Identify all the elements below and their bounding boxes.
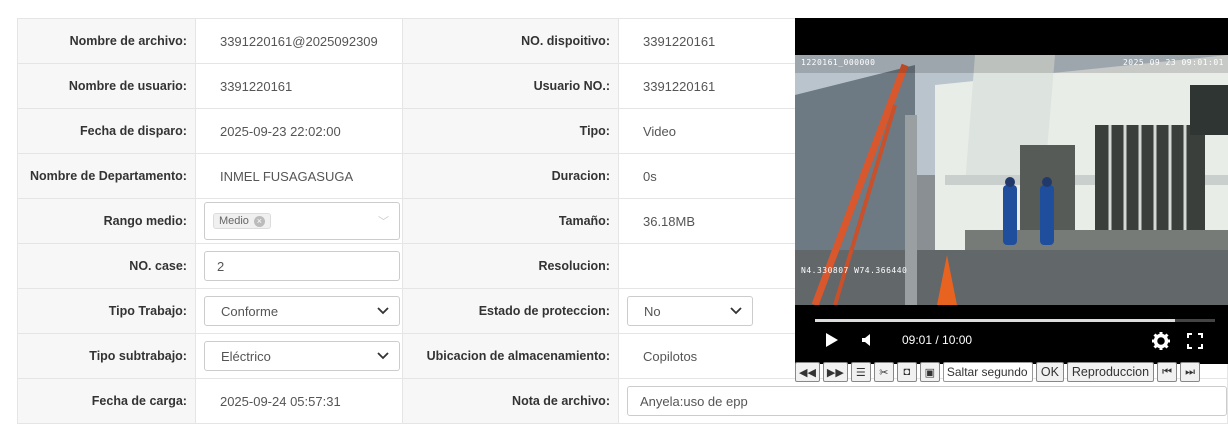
osd-gps: N4.330807 W74.366440 bbox=[801, 266, 908, 275]
frame-forward-icon: ▣ bbox=[924, 366, 936, 379]
rango-medio-multiselect[interactable]: Medio × ﹀ bbox=[203, 202, 400, 240]
nota-archivo-input[interactable]: Anyela:uso de epp bbox=[626, 386, 1227, 416]
time-display: 09:01 / 10:00 bbox=[902, 333, 973, 347]
chevron-down-icon bbox=[377, 304, 389, 318]
value-rango-medio: Medio × ﹀ bbox=[194, 198, 403, 244]
ubicacion-text: Copilotos bbox=[642, 348, 698, 364]
resolucion-text bbox=[627, 259, 643, 274]
fast-forward-icon: ▶▶ bbox=[826, 366, 844, 379]
value-tipo-subtrabajo: Eléctrico bbox=[194, 333, 403, 379]
play-icon[interactable] bbox=[825, 332, 839, 353]
frame-back-icon: ◘ bbox=[903, 366, 911, 378]
reproduccion-button[interactable]: Reproduccion bbox=[1066, 362, 1155, 382]
label-fecha-carga: Fecha de carga: bbox=[17, 378, 196, 424]
value-fecha-carga: 2025-09-24 05:57:31 bbox=[194, 378, 403, 424]
label-resolucion: Resolucion: bbox=[401, 243, 619, 289]
list-icon: ☰ bbox=[855, 366, 866, 379]
tipo-subtrabajo-selected: Eléctrico bbox=[220, 348, 271, 364]
chevron-down-icon: ﹀ bbox=[377, 216, 389, 228]
playback-toolbar: ◀◀ ▶▶ ☰ ✂ ◘ ▣ Saltar segundo OK Reproduc… bbox=[795, 361, 1201, 383]
osd-timestamp: 2025 09 23 09:01:01 bbox=[1122, 58, 1224, 67]
label-duracion: Duracion: bbox=[401, 153, 619, 199]
label-estado-proteccion: Estado de proteccion: bbox=[401, 288, 619, 334]
seek-seconds-input[interactable]: Saltar segundo bbox=[942, 362, 1033, 382]
skip-start-button[interactable]: ⏮ bbox=[1157, 362, 1178, 382]
label-tipo-subtrabajo: Tipo subtrabajo: bbox=[17, 333, 196, 379]
osd-camera-id: 1220161_000000 bbox=[801, 58, 876, 67]
gear-icon[interactable] bbox=[1152, 332, 1170, 355]
tamano-text: 36.18MB bbox=[642, 213, 696, 229]
scissors-icon: ✂ bbox=[879, 366, 889, 379]
estado-proteccion-select[interactable]: No bbox=[626, 296, 753, 326]
fecha-carga-text: 2025-09-24 05:57:31 bbox=[219, 393, 341, 409]
volume-icon[interactable] bbox=[861, 333, 875, 352]
frame-forward-button[interactable]: ▣ bbox=[919, 362, 940, 382]
skip-start-icon: ⏮ bbox=[1162, 365, 1172, 378]
label-no-case: NO. case: bbox=[17, 243, 196, 289]
video-frame[interactable]: 1220161_000000 2025 09 23 09:01:01 N4.33… bbox=[795, 55, 1228, 305]
label-ubicacion: Ubicacion de almacenamiento: bbox=[401, 333, 619, 379]
table-row: Fecha de carga: 2025-09-24 05:57:31 Nota… bbox=[17, 378, 1228, 424]
chevron-down-icon bbox=[730, 304, 742, 318]
estado-proteccion-selected: No bbox=[643, 303, 661, 319]
progress-bar[interactable] bbox=[815, 319, 1215, 322]
skip-end-icon: ⏭ bbox=[1185, 365, 1195, 378]
label-tipo-trabajo: Tipo Trabajo: bbox=[17, 288, 196, 334]
video-player[interactable]: 1220161_000000 2025 09 23 09:01:01 N4.33… bbox=[795, 18, 1228, 364]
value-departamento: INMEL FUSAGASUGA bbox=[194, 153, 403, 199]
duracion-text: 0s bbox=[642, 168, 657, 184]
tipo-trabajo-select[interactable]: Conforme bbox=[203, 296, 400, 326]
label-rango-medio: Rango medio: bbox=[17, 198, 196, 244]
value-nota-archivo: Anyela:uso de epp bbox=[617, 378, 1228, 424]
value-fecha-disparo: 2025-09-23 22:02:00 bbox=[194, 108, 403, 154]
skip-end-button[interactable]: ⏭ bbox=[1180, 362, 1201, 382]
cut-button[interactable]: ✂ bbox=[873, 362, 894, 382]
nombre-archivo-text: 3391220161@2025092309 bbox=[219, 33, 378, 49]
label-departamento: Nombre de Departamento: bbox=[17, 153, 196, 199]
video-controls: 09:01 / 10:00 bbox=[795, 305, 1228, 364]
label-no-dispositivo: NO. dispoitivo: bbox=[401, 18, 619, 64]
chevron-down-icon bbox=[377, 349, 389, 363]
tipo-trabajo-selected: Conforme bbox=[220, 303, 279, 319]
value-tipo-trabajo: Conforme bbox=[194, 288, 403, 334]
tipo-text: Video bbox=[642, 123, 676, 139]
label-nombre-archivo: Nombre de archivo: bbox=[17, 18, 196, 64]
fecha-disparo-text: 2025-09-23 22:02:00 bbox=[219, 123, 341, 139]
tag-remove-icon[interactable]: × bbox=[253, 215, 265, 227]
fast-forward-button[interactable]: ▶▶ bbox=[822, 362, 848, 382]
label-tipo: Tipo: bbox=[401, 108, 619, 154]
value-no-case: 2 bbox=[194, 243, 403, 289]
ok-button[interactable]: OK bbox=[1035, 362, 1064, 382]
label-nota-archivo: Nota de archivo: bbox=[401, 378, 619, 424]
value-nombre-usuario: 3391220161 bbox=[194, 63, 403, 109]
label-usuario-no: Usuario NO.: bbox=[401, 63, 619, 109]
nombre-usuario-text: 3391220161 bbox=[219, 78, 293, 94]
fullscreen-icon[interactable] bbox=[1187, 333, 1203, 354]
label-nombre-usuario: Nombre de usuario: bbox=[17, 63, 196, 109]
rango-medio-tag-label: Medio bbox=[218, 215, 249, 227]
departamento-text: INMEL FUSAGASUGA bbox=[219, 168, 354, 184]
label-tamano: Tamaño: bbox=[401, 198, 619, 244]
label-fecha-disparo: Fecha de disparo: bbox=[17, 108, 196, 154]
list-button[interactable]: ☰ bbox=[850, 362, 871, 382]
tipo-subtrabajo-select[interactable]: Eléctrico bbox=[203, 341, 400, 371]
usuario-no-text: 3391220161 bbox=[642, 78, 716, 94]
value-nombre-archivo: 3391220161@2025092309 bbox=[194, 18, 403, 64]
no-dispositivo-text: 3391220161 bbox=[642, 33, 716, 49]
no-case-input[interactable]: 2 bbox=[203, 251, 400, 281]
rewind-button[interactable]: ◀◀ bbox=[795, 362, 820, 382]
rango-medio-tag: Medio × bbox=[212, 213, 271, 229]
frame-back-button[interactable]: ◘ bbox=[896, 362, 917, 382]
rewind-icon: ◀◀ bbox=[799, 366, 816, 379]
progress-fill bbox=[815, 319, 1175, 322]
